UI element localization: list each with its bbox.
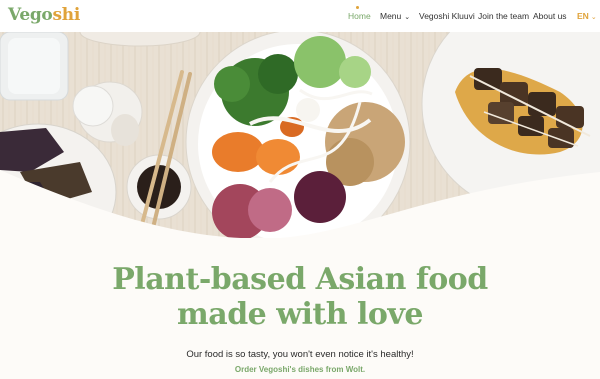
poke-bowl-illustration [185, 32, 411, 238]
chevron-down-icon: ⌄ [590, 14, 597, 21]
headline-line-2: made with love [177, 297, 423, 332]
hero-headline: Plant-based Asian food made with love [0, 262, 600, 332]
language-label: EN [577, 11, 589, 21]
order-wolt-link[interactable]: Order Vegoshi's dishes from Wolt. [0, 365, 600, 374]
hero-image [0, 32, 600, 238]
logo-text-part2: shi [52, 5, 80, 25]
hero-tagline: Our food is so tasty, you won't even not… [186, 349, 414, 360]
top-nav: Vegoshi Home Menu ⌄ Vegoshi Kluuvi Join t… [0, 0, 600, 32]
chevron-down-icon: ⌄ [404, 14, 411, 21]
food-photo-illustration [0, 32, 600, 238]
nav-item-about-us[interactable]: About us [533, 11, 567, 21]
nav-item-vegoshi-kluuvi[interactable]: Vegoshi Kluuvi [419, 11, 475, 21]
logo-text-part1: Vego [8, 5, 53, 25]
nav-item-menu[interactable]: Menu ⌄ [380, 11, 410, 21]
language-selector[interactable]: EN ⌄ [577, 11, 597, 21]
active-indicator-dot [356, 6, 359, 9]
nav-item-home[interactable]: Home [348, 11, 371, 21]
glass-illustration [0, 32, 69, 101]
nav-item-join-the-team[interactable]: Join the team [478, 11, 529, 21]
nav-item-menu-label: Menu [380, 11, 402, 21]
headline-line-1: Plant-based Asian food [112, 262, 488, 297]
vegoshi-logo[interactable]: Vegoshi [8, 5, 80, 25]
